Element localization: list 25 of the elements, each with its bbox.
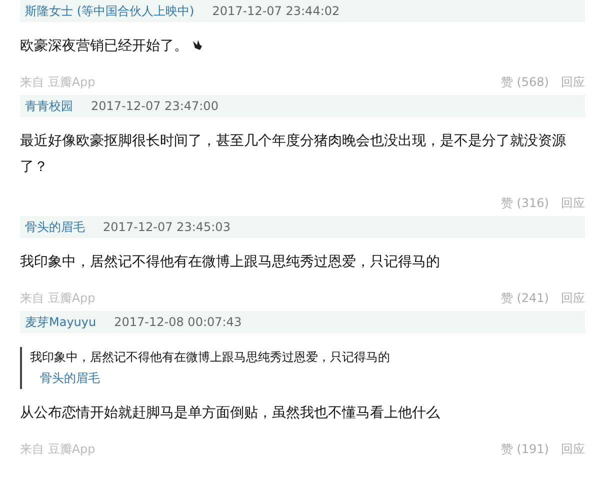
- comment-text: 从公布恋情开始就赶脚马是单方面倒贴，虽然我也不懂马看上他什么: [20, 404, 441, 423]
- author-link[interactable]: 骨头的眉毛: [25, 218, 85, 236]
- like-link[interactable]: 赞 (568): [500, 74, 549, 91]
- source-label: 来自 豆瓣App: [20, 74, 96, 91]
- like-link[interactable]: 赞 (316): [500, 195, 549, 212]
- comment-text: 我印象中，居然记不得他有在微博上跟马思纯秀过恩爱，只记得马的: [20, 253, 441, 272]
- like-link[interactable]: 赞 (191): [500, 441, 549, 458]
- like-link[interactable]: 赞 (241): [500, 290, 549, 307]
- source-label: 来自 豆瓣App: [20, 441, 96, 458]
- reply-link[interactable]: 回应: [561, 74, 585, 91]
- source-label: 来自 豆瓣App: [20, 290, 96, 307]
- reply-link[interactable]: 回应: [561, 441, 585, 458]
- comment-time: 2017-12-07 23:47:00: [91, 99, 218, 113]
- quote-author-link[interactable]: 骨头的眉毛: [30, 370, 577, 387]
- author-link[interactable]: 麦芽Mayuyu: [25, 314, 96, 330]
- comment-text: 最近好像欧豪抠脚很长时间了，甚至几个年度分猪肉晚会也没出现，是不是分了就没资源了？: [20, 132, 567, 177]
- comment-time: 2017-12-08 00:07:43: [114, 315, 242, 329]
- comment-time: 2017-12-07 23:45:03: [103, 220, 230, 234]
- comment-time: 2017-12-07 23:44:02: [212, 4, 340, 18]
- quote-text: 我印象中，居然记不得他有在微博上跟马思纯秀过恩爱，只记得马的: [30, 349, 391, 366]
- author-link[interactable]: 斯隆女士 (等中国合伙人上映中): [25, 2, 194, 20]
- reply-link[interactable]: 回应: [561, 290, 585, 307]
- comment-text: 欧豪深夜营销已经开始了。: [20, 33, 585, 59]
- reply-link[interactable]: 回应: [561, 195, 585, 212]
- author-link[interactable]: 青青校园: [25, 98, 73, 114]
